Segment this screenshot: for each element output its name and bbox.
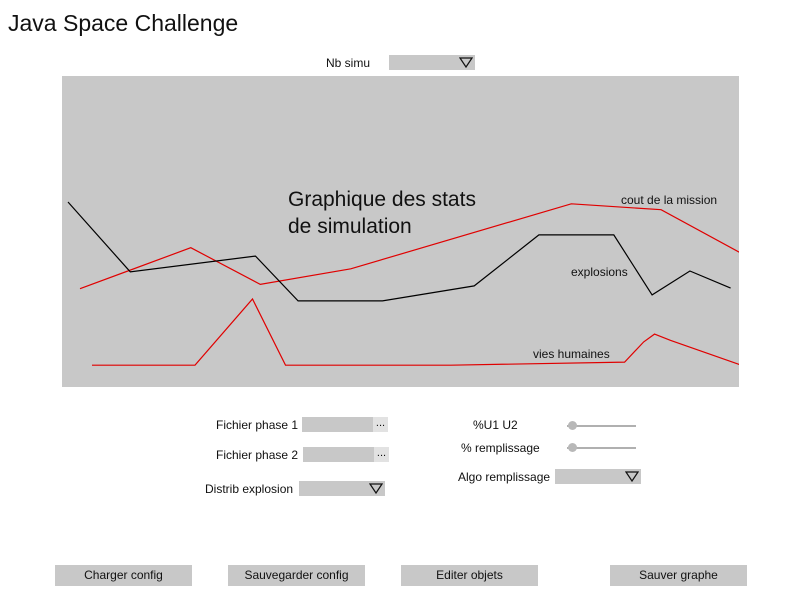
u1u2-slider-thumb[interactable] bbox=[568, 421, 577, 430]
remplissage-slider-thumb[interactable] bbox=[568, 443, 577, 452]
sauver-graphe-button[interactable]: Sauver graphe bbox=[610, 565, 747, 586]
algo-remplissage-label: Algo remplissage bbox=[458, 470, 551, 484]
series-line-2 bbox=[92, 297, 739, 366]
series-label-cout: cout de la mission bbox=[621, 193, 718, 207]
chevron-down-icon bbox=[369, 483, 383, 495]
algo-remplissage-dropdown[interactable] bbox=[555, 469, 641, 484]
app-title: Java Space Challenge bbox=[8, 10, 239, 36]
chart-title: Graphique des stats de simulation bbox=[288, 188, 476, 238]
nb-simu-label: Nb simu bbox=[326, 56, 371, 70]
fichier-phase2-field[interactable]: ... bbox=[303, 447, 389, 462]
fichier-phase1-field[interactable]: ... bbox=[302, 417, 388, 432]
u1u2-label: %U1 U2 bbox=[473, 418, 518, 432]
fichier-phase1-label: Fichier phase 1 bbox=[216, 418, 299, 432]
charger-config-button[interactable]: Charger config bbox=[55, 565, 192, 586]
distrib-explosion-dropdown[interactable] bbox=[299, 481, 385, 496]
fichier-phase1-browse-button[interactable]: ... bbox=[373, 417, 388, 432]
series-label-vies: vies humaines bbox=[533, 347, 610, 361]
nb-simu-dropdown[interactable] bbox=[389, 55, 475, 70]
remplissage-slider-track[interactable] bbox=[567, 447, 636, 449]
u1u2-slider-track[interactable] bbox=[567, 425, 636, 427]
distrib-explosion-label: Distrib explosion bbox=[205, 482, 294, 496]
remplissage-label: % remplissage bbox=[461, 441, 540, 455]
editer-objets-button[interactable]: Editer objets bbox=[401, 565, 538, 586]
series-label-explosions: explosions bbox=[571, 265, 628, 279]
chevron-down-icon bbox=[459, 57, 473, 69]
fichier-phase2-browse-button[interactable]: ... bbox=[374, 447, 389, 462]
sauvegarder-config-button[interactable]: Sauvegarder config bbox=[228, 565, 365, 586]
fichier-phase2-label: Fichier phase 2 bbox=[216, 448, 299, 462]
chevron-down-icon bbox=[625, 471, 639, 483]
